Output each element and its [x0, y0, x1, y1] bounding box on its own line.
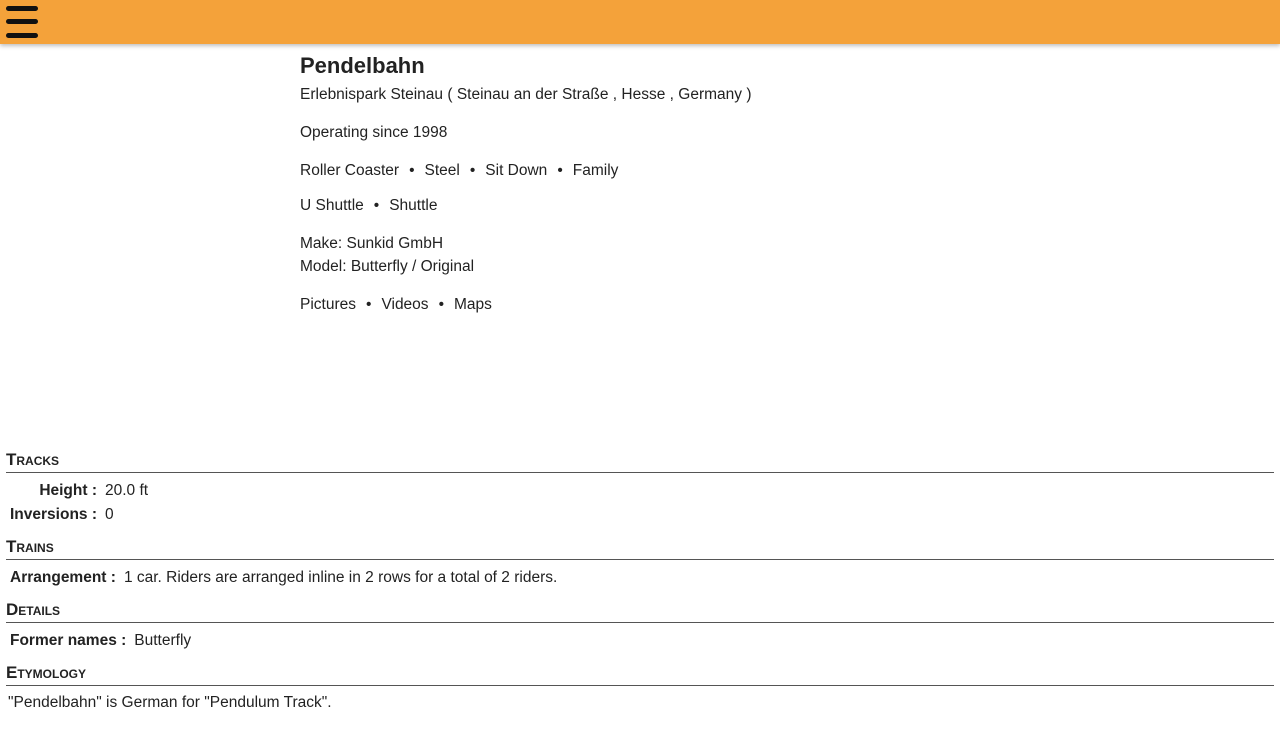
trains-table: Arrangement : 1 car. Riders are arranged… [6, 563, 561, 593]
etymology-heading: Etymology [6, 659, 1274, 686]
model-line: Model: Butterfly / Original [300, 255, 1200, 278]
tag-u-shuttle[interactable]: U Shuttle [300, 197, 364, 214]
city-link[interactable]: Steinau an der Straße [457, 86, 609, 103]
menu-icon-bar [6, 19, 38, 24]
model-label: Model: [300, 258, 347, 275]
pictures-link[interactable]: Pictures [300, 296, 356, 313]
trains-section: Trains Arrangement : 1 car. Riders are a… [6, 533, 1274, 593]
details-table: Former names : Butterfly [6, 626, 195, 656]
hamburger-menu-icon[interactable] [6, 4, 38, 40]
separator: • [373, 197, 380, 214]
menu-icon-bar [6, 33, 38, 38]
separator: • [409, 162, 415, 179]
former-names-value: Butterfly [134, 632, 192, 649]
location-comma: , [612, 86, 618, 103]
operating-status: Operating since 1998 [300, 124, 448, 141]
location-open-paren: ( [447, 86, 453, 103]
arrangement-label: Arrangement : [10, 569, 116, 586]
location-close-paren: ) [746, 86, 752, 103]
media-links: Pictures • Videos • Maps [300, 293, 1200, 316]
table-row: Arrangement : 1 car. Riders are arranged… [10, 569, 557, 587]
separator: • [366, 296, 372, 313]
page-title: Pendelbahn [300, 53, 425, 78]
height-label: Height : [39, 482, 97, 499]
tracks-section: Tracks Height : 20.0 ft Inversions : 0 [6, 446, 1274, 530]
park-link[interactable]: Erlebnispark Steinau [300, 86, 443, 103]
region-link[interactable]: Hesse [621, 86, 665, 103]
tag-steel[interactable]: Steel [425, 162, 460, 179]
former-names-label: Former names : [10, 632, 127, 649]
arrangement-value: 1 car. Riders are arranged inline in 2 r… [123, 569, 558, 586]
separator: • [557, 162, 563, 179]
tracks-heading: Tracks [6, 446, 1274, 473]
manufacturer-block: Make: Sunkid GmbH Model: Butterfly / Ori… [300, 232, 1200, 278]
inversions-value: 0 [105, 506, 114, 523]
details-heading: Details [6, 596, 1274, 623]
model-link[interactable]: Butterfly / Original [351, 258, 474, 275]
make-label: Make: [300, 235, 343, 252]
tag-roller-coaster[interactable]: Roller Coaster [300, 162, 399, 179]
make-line: Make: Sunkid GmbH [300, 232, 1200, 255]
menu-icon-bar [6, 6, 38, 11]
separator: • [469, 162, 476, 179]
maps-link[interactable]: Maps [454, 296, 492, 313]
tracks-table: Height : 20.0 ft Inversions : 0 [6, 476, 152, 530]
table-row: Inversions : 0 [10, 506, 148, 524]
details-section: Details Former names : Butterfly [6, 596, 1274, 656]
table-row: Height : 20.0 ft [10, 482, 148, 500]
location-comma: , [669, 86, 674, 103]
top-bar [0, 0, 1280, 44]
trains-heading: Trains [6, 533, 1274, 560]
ride-location: Erlebnispark Steinau ( Steinau an der St… [300, 83, 1200, 106]
make-link[interactable]: Sunkid GmbH [347, 235, 443, 252]
ride-type-tags: Roller Coaster • Steel • Sit Down • Family [300, 159, 1200, 182]
ride-sections: Tracks Height : 20.0 ft Inversions : 0 T… [6, 446, 1274, 712]
height-value: 20.0 ft [105, 482, 149, 499]
table-row: Former names : Butterfly [10, 632, 191, 650]
country-link[interactable]: Germany [678, 86, 742, 103]
etymology-text: "Pendelbahn" is German for "Pendulum Tra… [8, 694, 332, 711]
tag-family[interactable]: Family [573, 162, 619, 179]
tag-sit-down[interactable]: Sit Down [485, 162, 547, 179]
ride-header: Pendelbahn Erlebnispark Steinau ( Steina… [300, 50, 1200, 316]
videos-link[interactable]: Videos [381, 296, 428, 313]
separator: • [438, 296, 444, 313]
ride-layout-tags: U Shuttle • Shuttle [300, 194, 1200, 217]
inversions-label: Inversions : [10, 506, 97, 523]
etymology-section: Etymology "Pendelbahn" is German for "Pe… [6, 659, 1274, 712]
tag-shuttle[interactable]: Shuttle [389, 197, 437, 214]
